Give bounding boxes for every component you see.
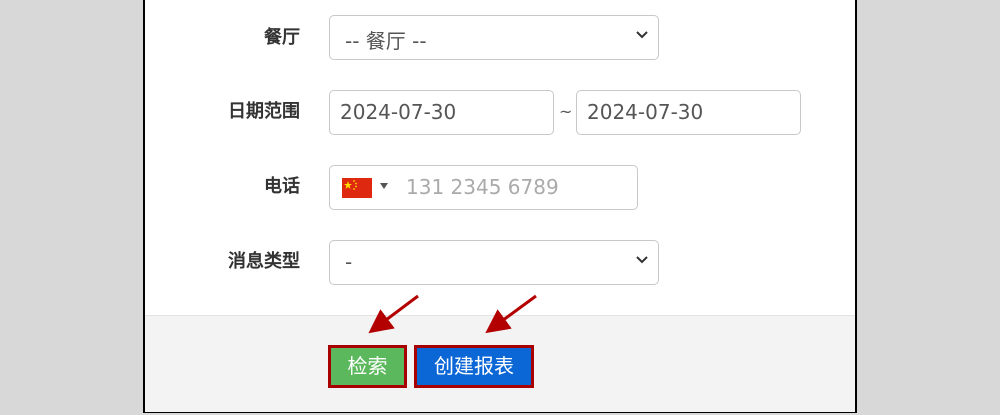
phone-input[interactable]: 131 2345 6789 [329, 165, 638, 210]
chevron-down-icon [636, 31, 648, 39]
phone-label: 电话 [264, 176, 300, 197]
date-start-value: 2024-07-30 [340, 100, 457, 124]
search-form-panel: 餐厅 -- 餐厅 -- 日期范围 2024-07-30 ~ 2024-07-30… [143, 0, 857, 413]
date-range-separator: ~ [559, 102, 573, 121]
cn-flag-icon[interactable] [342, 178, 372, 198]
message-type-label: 消息类型 [228, 251, 300, 272]
country-dropdown-caret-icon[interactable] [380, 183, 388, 189]
message-type-select-value: - [345, 250, 353, 274]
form-actions-footer: 检索 创建报表 [145, 315, 855, 412]
restaurant-label: 餐厅 [264, 27, 300, 48]
phone-placeholder: 131 2345 6789 [406, 175, 559, 199]
restaurant-select[interactable]: -- 餐厅 -- [329, 15, 659, 60]
date-end-input[interactable]: 2024-07-30 [576, 90, 801, 135]
message-type-select[interactable]: - [329, 240, 659, 285]
search-button[interactable]: 检索 [328, 345, 407, 388]
create-report-button[interactable]: 创建报表 [414, 345, 534, 388]
chevron-down-icon [636, 256, 648, 264]
date-start-input[interactable]: 2024-07-30 [329, 90, 554, 135]
date-end-value: 2024-07-30 [587, 100, 704, 124]
date-range-label: 日期范围 [228, 101, 300, 122]
restaurant-select-value: -- 餐厅 -- [345, 29, 427, 53]
